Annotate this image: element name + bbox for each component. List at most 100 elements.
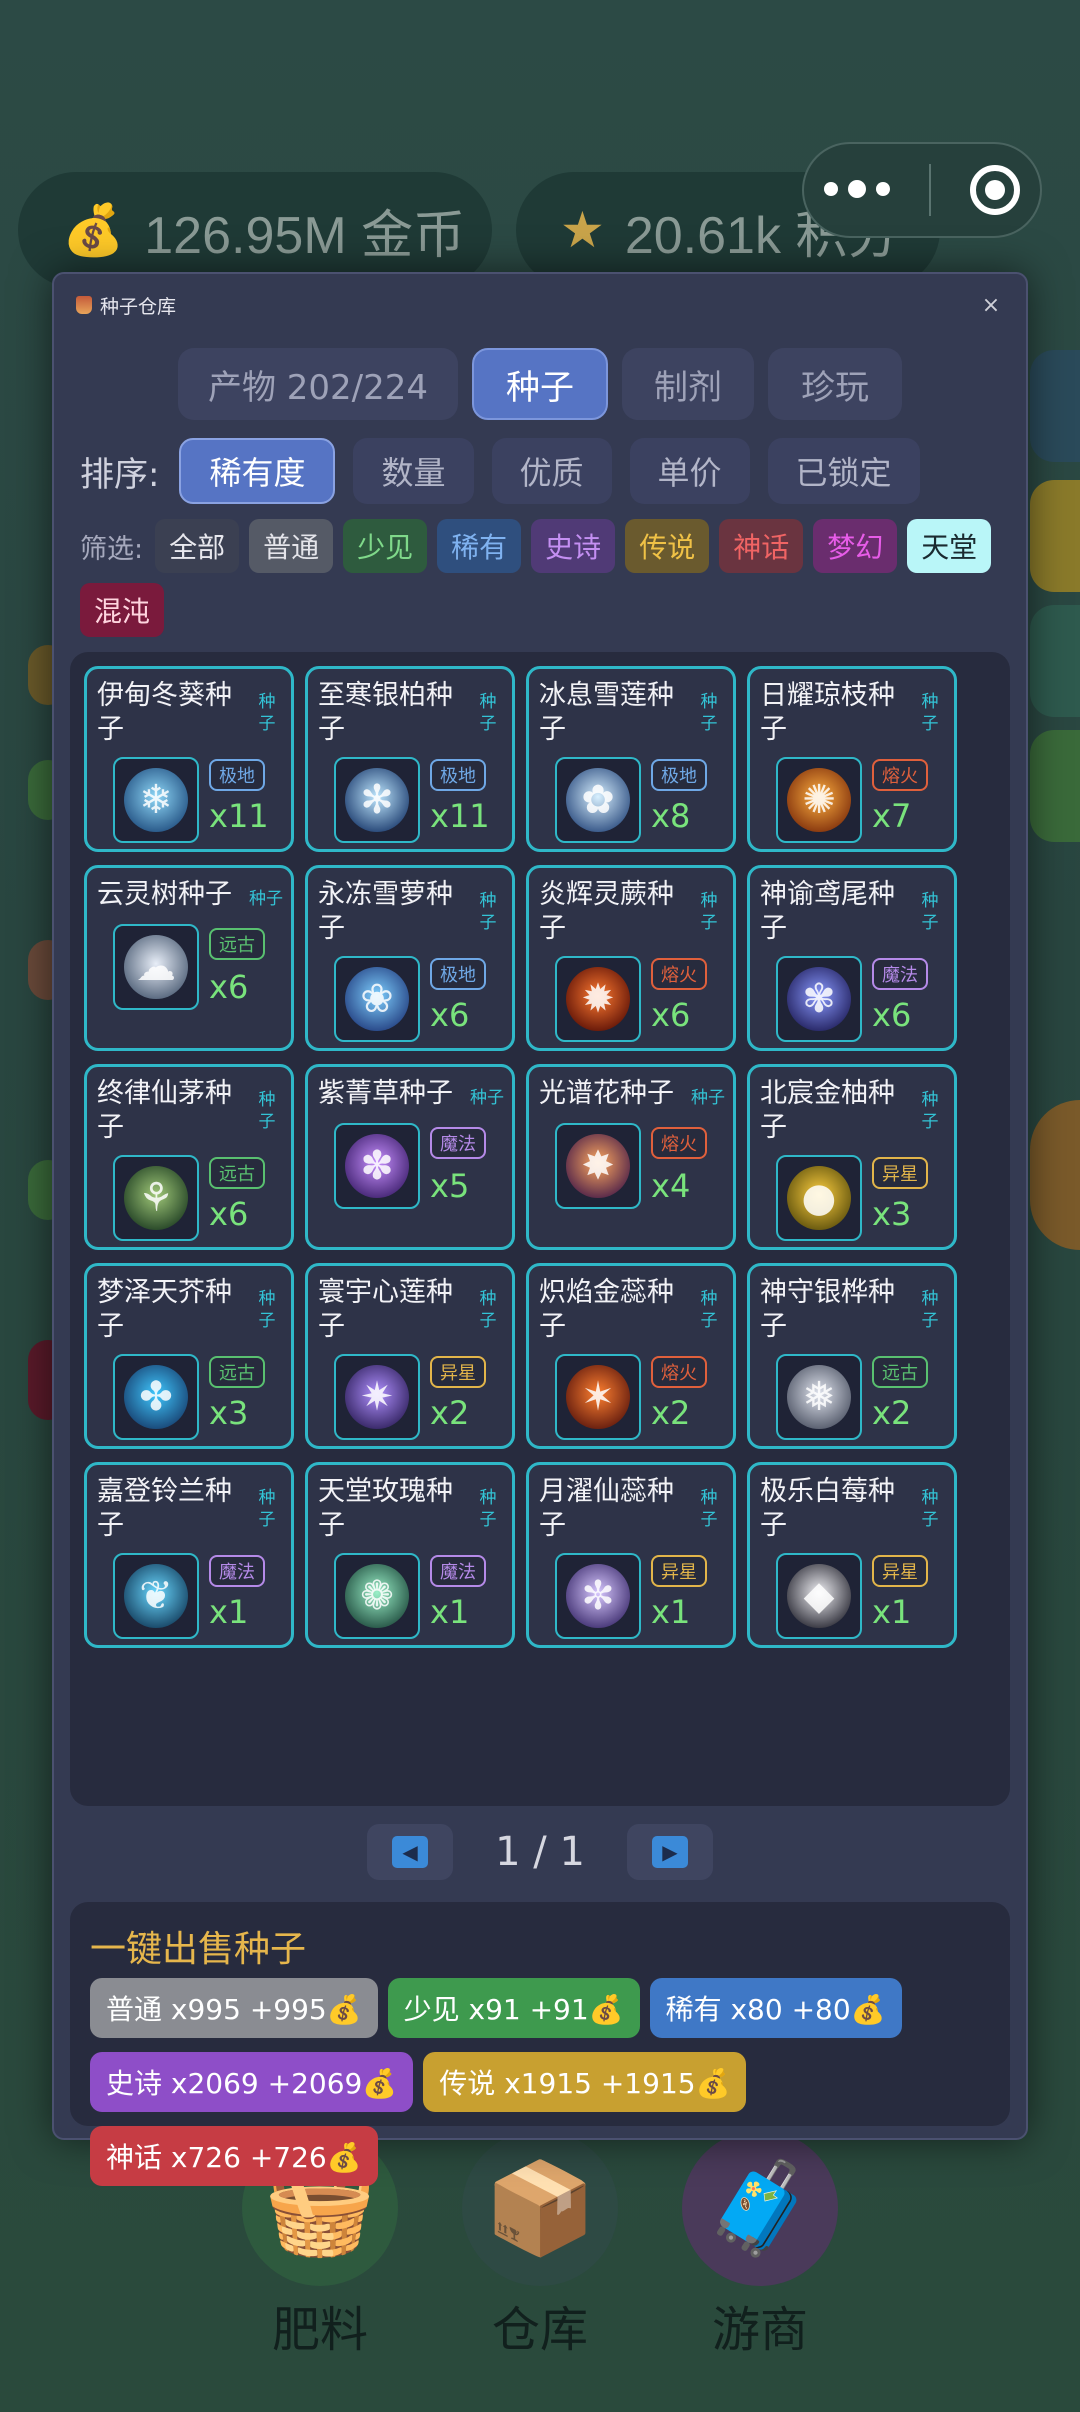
seed-name: 嘉登铃兰种子 — [97, 1476, 232, 1541]
quick-sell-button[interactable]: 稀有 x80 +80💰 — [649, 1978, 902, 2038]
seed-card[interactable]: 炎辉灵蕨种子 种子 ✹ 熔火 x6 — [526, 865, 736, 1051]
more-dots-icon[interactable] — [823, 180, 890, 198]
plant-glyph-icon: ✺ — [787, 768, 851, 832]
side-button-3[interactable] — [1030, 605, 1080, 717]
side-button-4[interactable] — [1030, 730, 1080, 842]
pagination: ◀ 1 / 1 ▶ — [54, 1824, 1026, 1880]
filter-chip[interactable]: 普通 — [249, 519, 334, 573]
miniprogram-capsule[interactable] — [802, 142, 1042, 238]
biome-tag: 极地 — [430, 958, 486, 990]
seed-type-label: 种子 — [921, 1289, 939, 1331]
sort-quantity[interactable]: 数量 — [353, 438, 474, 504]
sort-unit-price[interactable]: 单价 — [629, 438, 750, 504]
filter-chip[interactable]: 梦幻 — [813, 519, 898, 573]
seed-name: 至寒银柏种子 — [318, 680, 453, 745]
seed-type-label: 种子 — [921, 891, 939, 933]
filter-chip[interactable]: 天堂 — [907, 519, 992, 573]
seed-card[interactable]: 神谕鸢尾种子 种子 ✾ 魔法 x6 — [747, 865, 957, 1051]
seed-card[interactable]: 炽焰金蕊种子 种子 ✶ 熔火 x2 — [526, 1263, 736, 1449]
prev-page-button[interactable]: ◀ — [367, 1824, 454, 1880]
page-indicator: 1 / 1 — [495, 1829, 585, 1875]
modal-title: 种子仓库 — [76, 288, 176, 322]
item-grid: 伊甸冬葵种子 种子 ❄ 极地 x11 至寒银柏种子 种子 ✻ 极地 x11 冰息雪莲种子 种子 ✿ 极地 x… — [84, 666, 957, 1648]
filter-chip[interactable]: 神话 — [719, 519, 804, 573]
seed-card[interactable]: 寰宇心莲种子 种子 ✷ 异星 x2 — [305, 1263, 515, 1449]
seed-quantity: x2 — [651, 1394, 691, 1432]
tab-products[interactable]: 产物 202/224 — [178, 348, 458, 420]
tab-treasures[interactable]: 珍玩 — [768, 348, 902, 420]
seed-quantity: x8 — [651, 797, 691, 835]
seed-plant-icon: ✺ — [776, 757, 862, 843]
sort-quality[interactable]: 优质 — [491, 438, 612, 504]
seed-card[interactable]: 月濯仙蕊种子 种子 ✼ 异星 x1 — [526, 1462, 736, 1648]
seed-card[interactable]: 梦泽天芥种子 种子 ✤ 远古 x3 — [84, 1263, 294, 1449]
seed-card[interactable]: 云灵树种子 种子 ☁ 远古 x6 — [84, 865, 294, 1051]
side-button-1[interactable] — [1030, 350, 1080, 462]
seed-type-label: 种子 — [258, 1289, 276, 1331]
filter-chip[interactable]: 全部 — [155, 519, 240, 573]
close-miniprogram-icon[interactable] — [970, 165, 1021, 215]
filter-chip[interactable]: 传说 — [625, 519, 710, 573]
seed-quantity: x6 — [651, 996, 691, 1034]
side-button-2[interactable] — [1030, 480, 1080, 592]
quick-sell-button[interactable]: 传说 x1915 +1915💰 — [423, 2052, 747, 2112]
plant-glyph-icon: ⚘ — [124, 1166, 188, 1230]
seed-bag-icon — [76, 296, 92, 314]
seed-card[interactable]: 光谱花种子 种子 ✸ 熔火 x4 — [526, 1064, 736, 1250]
plant-glyph-icon: ✻ — [345, 768, 409, 832]
seed-type-label: 种子 — [921, 692, 939, 734]
seed-plant-icon: ✶ — [555, 1354, 641, 1440]
seed-card[interactable]: 嘉登铃兰种子 种子 ❦ 魔法 x1 — [84, 1462, 294, 1648]
filter-chip[interactable]: 少见 — [343, 519, 428, 573]
seed-name: 梦泽天芥种子 — [97, 1277, 232, 1342]
next-page-button[interactable]: ▶ — [626, 1824, 713, 1880]
seed-plant-icon: ❀ — [334, 956, 420, 1042]
seed-plant-icon: ⚘ — [113, 1155, 199, 1241]
seed-type-label: 种子 — [249, 889, 283, 909]
plant-glyph-icon: ❦ — [124, 1564, 188, 1628]
quick-sell-title: 一键出售种子 — [90, 1929, 307, 1970]
plant-glyph-icon: ❁ — [345, 1564, 409, 1628]
seed-name: 炎辉灵蕨种子 — [539, 879, 674, 944]
seed-card[interactable]: 日耀琼枝种子 种子 ✺ 熔火 x7 — [747, 666, 957, 852]
biome-tag: 异星 — [872, 1157, 928, 1189]
quick-sell-button[interactable]: 神话 x726 +726💰 — [90, 2126, 378, 2186]
filter-chip[interactable]: 混沌 — [80, 583, 165, 637]
quick-sell-button[interactable]: 普通 x995 +995💰 — [90, 1978, 378, 2038]
seed-type-label: 种子 — [700, 692, 718, 734]
filter-chip[interactable]: 史诗 — [531, 519, 616, 573]
filter-chip[interactable]: 稀有 — [437, 519, 522, 573]
filter-bar: 筛选: 全部 普通 少见 稀有 史诗 传说 神话 梦幻 天堂 混沌 — [80, 519, 1010, 637]
seed-card[interactable]: 极乐白莓种子 种子 ◆ 异星 x1 — [747, 1462, 957, 1648]
plant-glyph-icon: ✶ — [566, 1365, 630, 1429]
side-button-5[interactable] — [1030, 1100, 1080, 1250]
seed-type-label: 种子 — [700, 891, 718, 933]
seed-card[interactable]: 永冻雪萝种子 种子 ❀ 极地 x6 — [305, 865, 515, 1051]
seed-card[interactable]: 天堂玫瑰种子 种子 ❁ 魔法 x1 — [305, 1462, 515, 1648]
seed-card[interactable]: 神守银桦种子 种子 ❅ 远古 x2 — [747, 1263, 957, 1449]
seed-card[interactable]: 冰息雪莲种子 种子 ✿ 极地 x8 — [526, 666, 736, 852]
seed-type-label: 种子 — [921, 1488, 939, 1530]
seed-quantity: x2 — [872, 1394, 912, 1432]
seed-quantity: x11 — [430, 797, 490, 835]
quick-sell-button[interactable]: 少见 x91 +91💰 — [387, 1978, 640, 2038]
quick-sell-panel: 一键出售种子 普通 x995 +995💰 少见 x91 +91💰 稀有 x80 +8… — [70, 1902, 1010, 2186]
sort-rarity[interactable]: 稀有度 — [179, 438, 336, 504]
seed-card[interactable]: 伊甸冬葵种子 种子 ❄ 极地 x11 — [84, 666, 294, 852]
seed-plant-icon: ❦ — [113, 1553, 199, 1639]
sort-locked[interactable]: 已锁定 — [767, 438, 920, 504]
quick-sell-button[interactable]: 史诗 x2069 +2069💰 — [90, 2052, 414, 2112]
seed-card[interactable]: 紫菁草种子 种子 ✽ 魔法 x5 — [305, 1064, 515, 1250]
close-button[interactable]: × — [974, 288, 1008, 322]
seed-card[interactable]: 北宸金柚种子 种子 ● 异星 x3 — [747, 1064, 957, 1250]
tab-potions[interactable]: 制剂 — [622, 348, 754, 420]
seed-card[interactable]: 至寒银柏种子 种子 ✻ 极地 x11 — [305, 666, 515, 852]
biome-tag: 极地 — [651, 759, 707, 791]
seed-quantity: x4 — [651, 1167, 691, 1205]
plant-glyph-icon: ✤ — [124, 1365, 188, 1429]
tab-seeds[interactable]: 种子 — [472, 348, 608, 420]
seed-name: 炽焰金蕊种子 — [539, 1277, 674, 1342]
seed-card[interactable]: 终律仙茅种子 种子 ⚘ 远古 x6 — [84, 1064, 294, 1250]
biome-tag: 极地 — [430, 759, 486, 791]
biome-tag: 极地 — [209, 759, 265, 791]
